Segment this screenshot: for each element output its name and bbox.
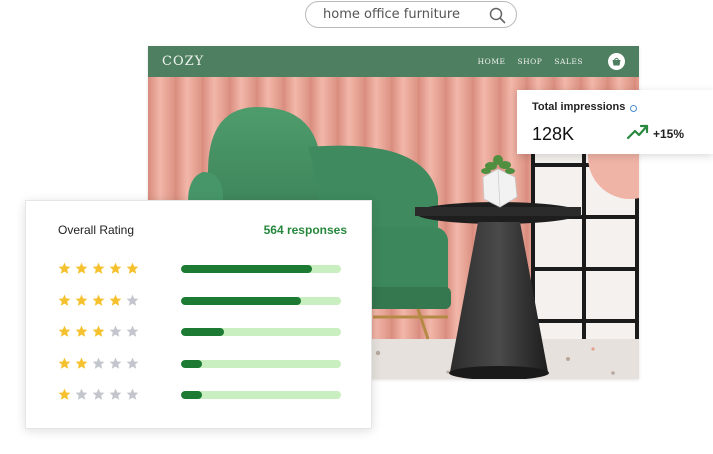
star-filled-icon (92, 262, 105, 274)
star-filled-icon (58, 294, 71, 306)
star-filled-icon (58, 357, 71, 369)
star-group (58, 294, 139, 307)
impressions-value: 128K (532, 124, 575, 144)
star-group (58, 262, 139, 275)
star-filled-icon (126, 262, 139, 274)
star-empty-icon (126, 388, 139, 400)
impressions-card: Total impressions 128K +15% (517, 90, 713, 154)
site-brand[interactable]: COZY (162, 54, 204, 69)
star-filled-icon (75, 325, 88, 337)
rating-bar-fill (181, 265, 313, 273)
cart-icon[interactable] (608, 53, 625, 70)
responses-count[interactable]: 564 responses (264, 223, 347, 237)
star-filled-icon (58, 262, 71, 274)
search-icon[interactable] (489, 7, 506, 24)
star-filled-icon (109, 262, 122, 274)
star-filled-icon (75, 357, 88, 369)
rating-bar-track (181, 359, 341, 368)
site-nav-links: HOME SHOP SALES (478, 57, 583, 66)
site-navbar: COZY HOME SHOP SALES (148, 46, 639, 77)
search-input[interactable] (323, 7, 483, 22)
star-empty-icon (109, 325, 122, 337)
star-empty-icon (126, 325, 139, 337)
impressions-title-row: Total impressions (532, 101, 713, 113)
info-icon[interactable] (630, 104, 638, 112)
star-group (58, 357, 139, 370)
basket-icon (612, 57, 621, 66)
rating-bar-track (181, 296, 341, 305)
star-filled-icon (58, 388, 71, 400)
star-group (58, 388, 139, 401)
search-bar[interactable] (305, 1, 517, 28)
rating-row-1-star (58, 388, 348, 402)
rating-bar-fill (181, 391, 202, 399)
rating-row-5-star (58, 262, 348, 276)
rating-card: Overall Rating 564 responses (25, 200, 372, 429)
rating-row-2-star (58, 357, 348, 371)
star-filled-icon (75, 262, 88, 274)
rating-bar-track (181, 328, 341, 336)
rating-bar-fill (181, 328, 225, 336)
star-filled-icon (75, 294, 88, 306)
rating-bar-track (181, 265, 341, 273)
rating-row-4-star (58, 294, 348, 308)
impressions-change: +15% (653, 127, 685, 141)
star-filled-icon (109, 294, 122, 306)
rating-bar-track (181, 391, 341, 399)
star-filled-icon (92, 294, 105, 306)
star-empty-icon (92, 357, 105, 369)
star-empty-icon (126, 357, 139, 369)
star-empty-icon (109, 388, 122, 400)
star-empty-icon (75, 388, 88, 400)
rating-bar-fill (181, 359, 202, 368)
star-filled-icon (92, 325, 105, 337)
star-empty-icon (109, 357, 122, 369)
star-empty-icon (92, 388, 105, 400)
nav-shop[interactable]: SHOP (517, 57, 542, 66)
rating-row-3-star (58, 325, 348, 339)
trend-up-icon (627, 124, 649, 140)
rating-title: Overall Rating (58, 223, 135, 237)
nav-home[interactable]: HOME (478, 57, 506, 66)
star-empty-icon (126, 294, 139, 306)
star-group (58, 325, 139, 338)
impressions-title: Total impressions (532, 101, 626, 113)
rating-bar-fill (181, 296, 301, 305)
star-filled-icon (58, 325, 71, 337)
nav-sales[interactable]: SALES (554, 57, 583, 66)
